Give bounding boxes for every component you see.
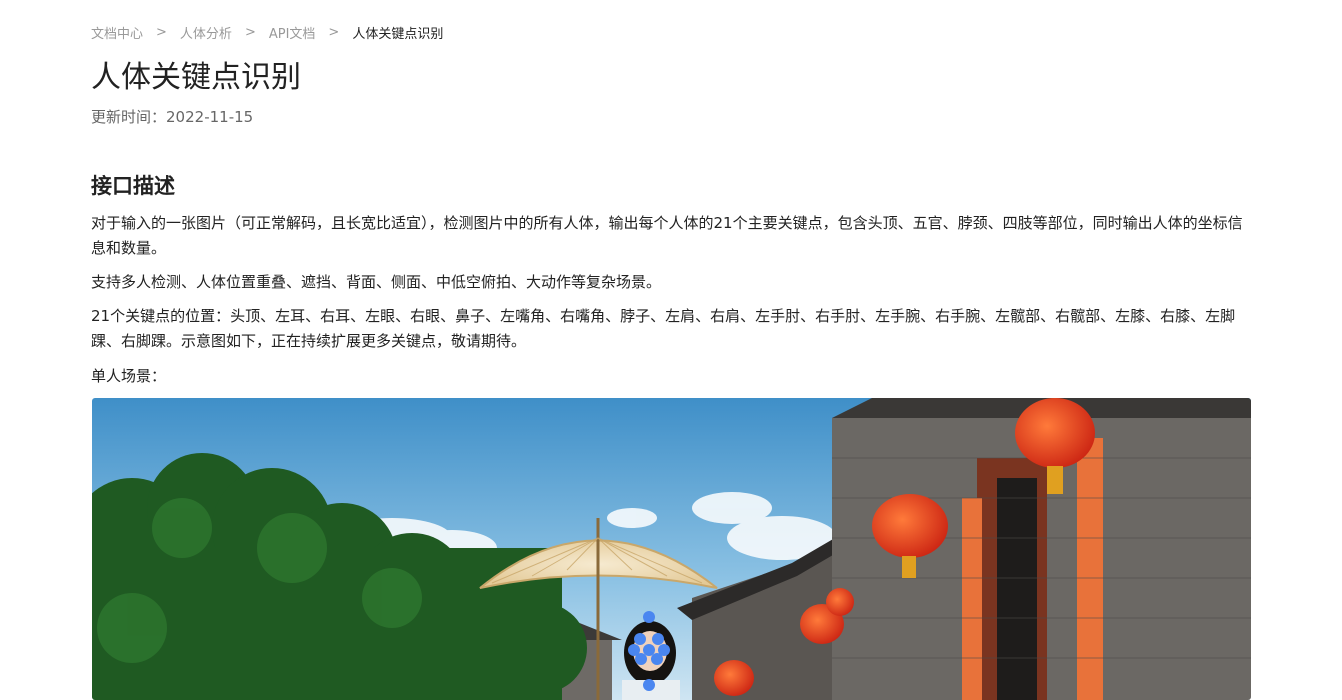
breadcrumb-api-docs[interactable]: API文档 [269,23,316,42]
update-time-label: 更新时间： [91,108,167,126]
example-photo [92,398,1251,700]
page-title: 人体关键点识别 [91,60,301,95]
description-paragraph: 对于输入的一张图片（可正常解码，且长宽比适宜），检测图片中的所有人体，输出每个人… [91,214,1243,257]
breadcrumb-current-page: 人体关键点识别 [352,26,444,42]
breadcrumb-body-analysis[interactable]: 人体分析 [180,23,232,42]
keypoints-paragraph: 21个关键点的位置：头顶、左耳、右耳、左眼、右眼、鼻子、左嘴角、右嘴角、脖子、左… [91,307,1236,350]
section-title: 接口描述 [91,174,175,198]
single-person-label: 单人场景： [91,367,167,385]
chevron-right-icon: > [156,24,167,40]
breadcrumb: 文档中心 > 人体分析 > API文档 > 人体关键点识别 [91,22,443,42]
doc-page: 文档中心 > 人体分析 > API文档 > 人体关键点识别 人体关键点识别 更新… [0,0,1342,700]
update-time-value: 2022-11-15 [166,108,254,126]
breadcrumb-doc-center[interactable]: 文档中心 [91,23,143,42]
update-time: 更新时间：2022-11-15 [91,106,253,128]
chevron-right-icon: > [244,24,256,40]
chevron-right-icon: > [328,24,340,40]
scenarios-paragraph: 支持多人检测、人体位置重叠、遮挡、背面、侧面、中低空俯拍、大动作等复杂场景。 [91,273,662,291]
